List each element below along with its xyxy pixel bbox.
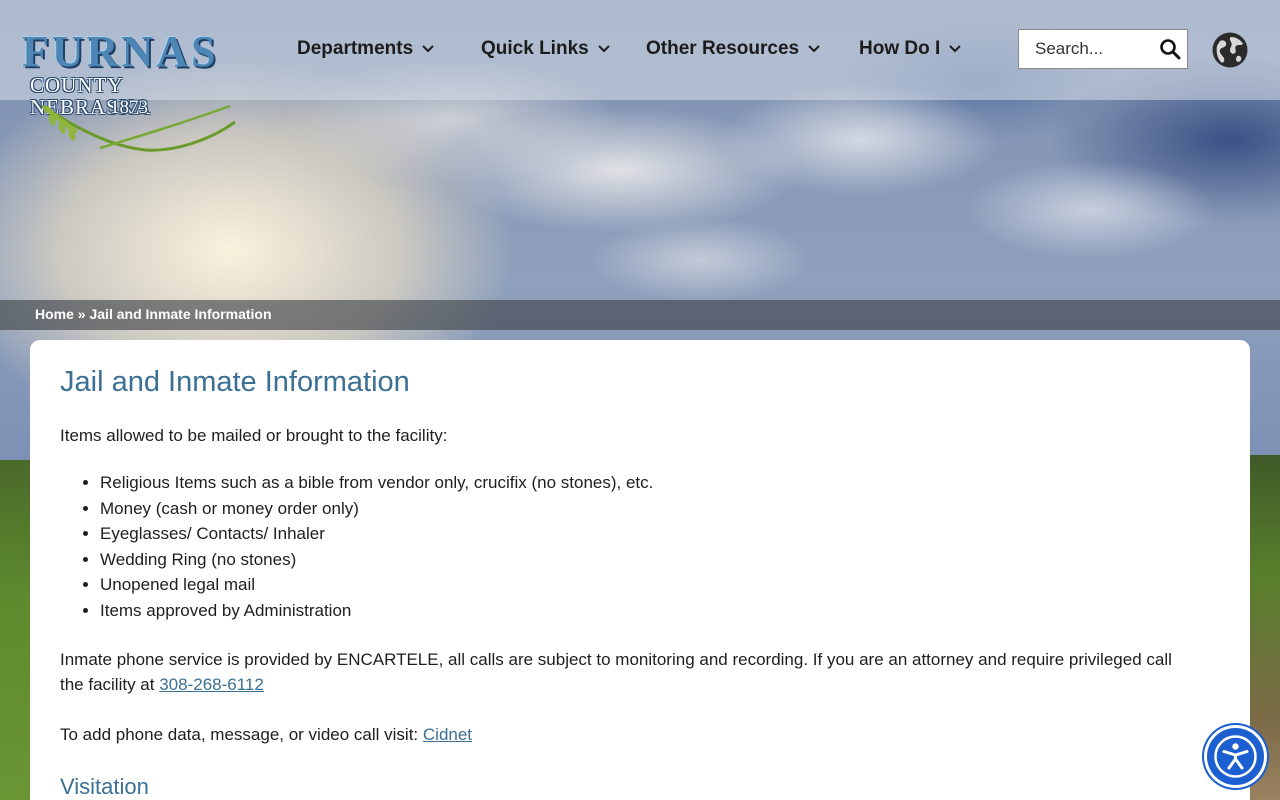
breadcrumb-current: Jail and Inmate Information: [89, 306, 272, 322]
list-item: Wedding Ring (no stones): [100, 547, 1220, 573]
accessibility-button[interactable]: [1207, 728, 1264, 785]
phone-number-link[interactable]: 308-268-6112: [159, 675, 264, 694]
content-card: Jail and Inmate Information Items allowe…: [30, 340, 1250, 800]
chevron-down-icon: [597, 45, 610, 53]
list-item: Religious Items such as a bible from ven…: [100, 470, 1220, 496]
search-box: [1018, 29, 1188, 69]
visitation-heading: Visitation: [60, 774, 149, 799]
list-item: Unopened legal mail: [100, 572, 1220, 598]
nav-item-label: Other Resources: [646, 38, 800, 59]
list-item: Money (cash or money order only): [100, 496, 1220, 522]
site-header: FURNAS COUNTY NEBRASKA 1873 Departments …: [0, 0, 1280, 152]
county-logo[interactable]: FURNAS COUNTY NEBRASKA 1873: [22, 30, 248, 155]
search-input[interactable]: [1019, 30, 1153, 68]
nav-item-label: Quick Links: [481, 38, 589, 59]
breadcrumb-separator: »: [73, 306, 90, 322]
allowed-items-list: Religious Items such as a bible from ven…: [60, 470, 1220, 623]
globe-icon[interactable]: [1211, 31, 1249, 69]
page-title: Jail and Inmate Information: [60, 366, 410, 398]
chevron-down-icon: [422, 45, 434, 53]
list-item: Items approved by Administration: [100, 598, 1220, 624]
list-item: Eyeglasses/ Contacts/ Inhaler: [100, 521, 1220, 547]
search-icon[interactable]: [1159, 38, 1181, 60]
intro-text: Items allowed to be mailed or brought to…: [60, 426, 448, 445]
nav-item-label: How Do I: [859, 38, 941, 59]
accessibility-icon: [1214, 735, 1257, 778]
wheat-icon: [41, 104, 236, 152]
nav-other-resources[interactable]: Other Resources: [646, 38, 820, 60]
nav-item-label: Departments: [297, 38, 414, 59]
nav-how-do-i[interactable]: How Do I: [859, 38, 961, 60]
chevron-down-icon: [949, 45, 961, 53]
field-left: [0, 460, 34, 800]
cidnet-paragraph: To add phone data, message, or video cal…: [60, 722, 1220, 747]
cidnet-text: To add phone data, message, or video cal…: [60, 725, 423, 744]
nav-quick-links[interactable]: Quick Links: [481, 38, 610, 60]
breadcrumb: Home » Jail and Inmate Information: [0, 300, 1280, 330]
logo-title: FURNAS: [22, 27, 219, 76]
cidnet-link[interactable]: Cidnet: [423, 725, 472, 744]
nav-departments[interactable]: Departments: [297, 38, 434, 60]
breadcrumb-home-link[interactable]: Home: [35, 306, 74, 322]
chevron-down-icon: [808, 45, 820, 53]
phone-service-paragraph: Inmate phone service is provided by ENCA…: [60, 647, 1200, 697]
